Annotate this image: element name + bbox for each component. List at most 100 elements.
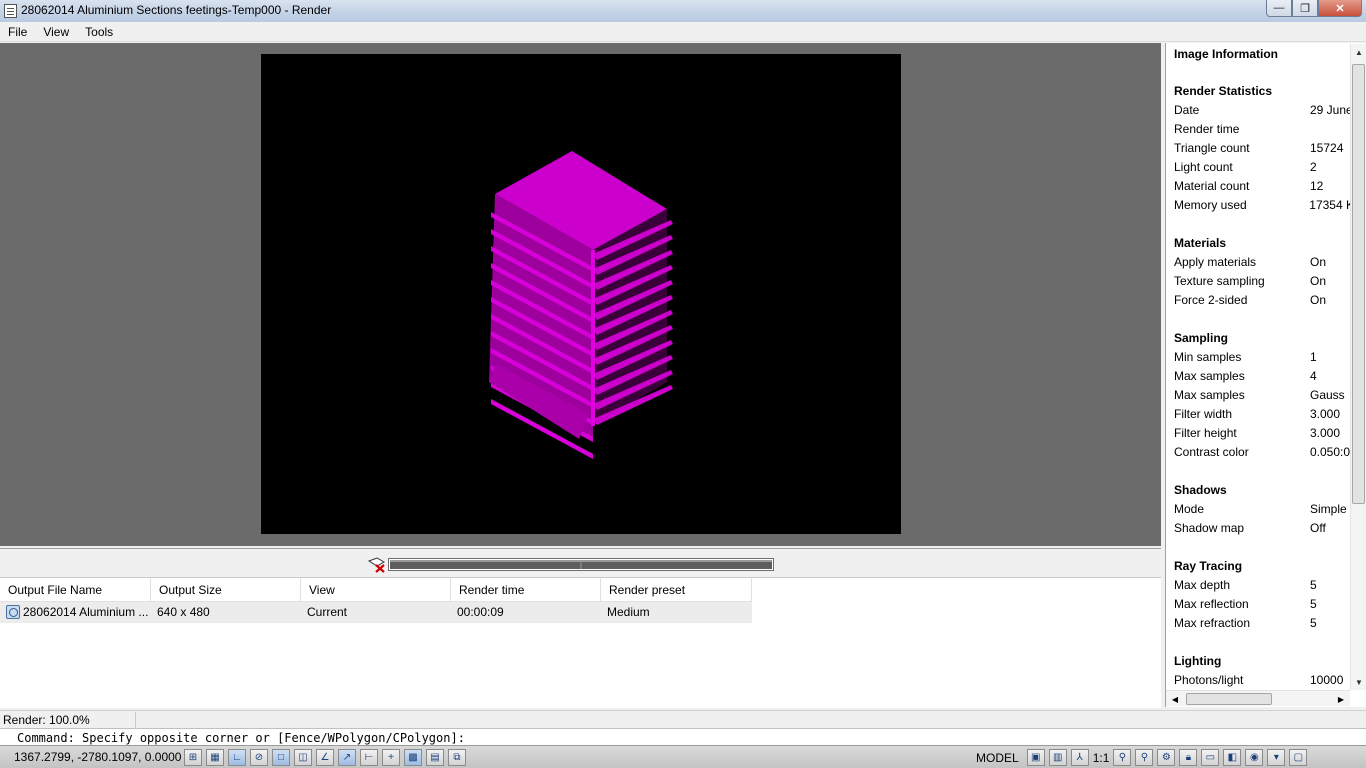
annotation-visibility-icon[interactable]: ⚲ <box>1113 749 1132 766</box>
auto-scale-icon[interactable]: ⚲ <box>1135 749 1154 766</box>
column-header-output-file[interactable]: Output File Name <box>0 578 151 602</box>
render-progress-text: Render: 100.0% <box>3 713 90 727</box>
status-divider <box>135 712 136 728</box>
column-header-render-preset[interactable]: Render preset <box>601 578 752 602</box>
scroll-right-icon[interactable]: ▶ <box>1334 693 1348 705</box>
otrack-icon[interactable]: ∠ <box>316 749 334 766</box>
render-viewport[interactable] <box>0 43 1161 546</box>
info-key: Max depth <box>1174 578 1231 592</box>
info-section-heading: Materials <box>1174 236 1227 250</box>
window-title: 28062014 Aluminium Sections feetings-Tem… <box>21 3 332 17</box>
column-header-render-time[interactable]: Render time <box>451 578 601 602</box>
info-value: 3.000 <box>1310 407 1341 421</box>
info-row: Filter height 3.000 <box>1174 425 1354 444</box>
layout-icon[interactable]: ▣ <box>1026 749 1045 766</box>
info-key: Render time <box>1174 122 1240 136</box>
ducs-icon[interactable]: ↗ <box>338 749 356 766</box>
lwt-icon[interactable]: + <box>382 749 400 766</box>
menu-view[interactable]: View <box>43 25 69 39</box>
info-value: 1 <box>1310 350 1317 364</box>
info-section: Sampling Min samples 1 Max samples 4 Max samp… <box>1174 330 1354 463</box>
coordinate-readout[interactable]: 1367.2799, -2780.1097, 0.0000 <box>14 750 181 764</box>
info-key: Min samples <box>1174 350 1242 364</box>
scroll-up-icon[interactable]: ▲ <box>1351 44 1366 60</box>
3dosnap-icon[interactable]: ◫ <box>294 749 312 766</box>
rendered-image <box>261 54 901 534</box>
info-key: Force 2-sided <box>1174 293 1248 307</box>
info-key: Contrast color <box>1174 445 1249 459</box>
qp-icon[interactable]: ▤ <box>426 749 444 766</box>
info-value: On <box>1310 293 1327 307</box>
info-value: Simple <box>1310 502 1347 516</box>
info-key: Shadow map <box>1174 521 1245 535</box>
info-vertical-scrollbar[interactable]: ▲ ▼ <box>1350 44 1366 690</box>
menu-bar: File View Tools <box>0 22 1366 42</box>
command-line[interactable]: Command: Specify opposite corner or [Fen… <box>0 728 1366 745</box>
dyn-icon[interactable]: ⊢ <box>360 749 378 766</box>
table-row[interactable]: 28062014 Aluminium ... 640 x 480 Current… <box>0 602 752 623</box>
quick-view-icon[interactable]: ▥ <box>1048 749 1067 766</box>
ortho-icon[interactable]: ∟ <box>228 749 246 766</box>
info-value: 12 <box>1310 179 1324 193</box>
info-key: Max refraction <box>1174 616 1251 630</box>
info-key: Max samples <box>1174 369 1245 383</box>
grid-icon[interactable]: ▦ <box>206 749 224 766</box>
info-row: Filter width 3.000 <box>1174 406 1354 425</box>
info-row: Memory used 17354 K <box>1174 197 1354 216</box>
status-menu-icon[interactable]: ▾ <box>1267 749 1286 766</box>
column-header-view[interactable]: View <box>301 578 451 602</box>
info-row: Contrast color 0.050:0 <box>1174 444 1354 463</box>
osnap-icon[interactable]: □ <box>272 749 290 766</box>
restore-button[interactable]: ❐ <box>1292 0 1318 17</box>
info-row: Material count 12 <box>1174 178 1354 197</box>
lock-icon[interactable]: 🔒︎ <box>1179 749 1198 766</box>
history-cell-size: 640 x 480 <box>157 605 210 619</box>
rendered-louver-model <box>489 151 673 459</box>
snap-icon[interactable]: ⊞ <box>184 749 202 766</box>
info-section: Ray Tracing Max depth 5 Max reflection 5 Max … <box>1174 558 1354 634</box>
polar-icon[interactable]: ⊘ <box>250 749 268 766</box>
info-key: Filter height <box>1174 426 1237 440</box>
hardware-icon[interactable]: ▭ <box>1201 749 1220 766</box>
minimize-button[interactable]: — <box>1266 0 1292 17</box>
cancel-render-icon[interactable] <box>367 555 387 573</box>
lightbulb-icon[interactable]: ◉ <box>1245 749 1264 766</box>
info-row: Triangle count 15724 <box>1174 140 1354 159</box>
render-status-bar: Render: 100.0% <box>0 710 1366 728</box>
info-row: Force 2-sided On <box>1174 292 1354 311</box>
info-value: Off <box>1310 521 1326 535</box>
info-value: 5 <box>1310 578 1317 592</box>
info-section: Lighting Photons/light 10000 <box>1174 653 1354 691</box>
info-value: 4 <box>1310 369 1317 383</box>
scroll-thumb[interactable] <box>1352 64 1365 504</box>
isolate-icon[interactable]: ◧ <box>1223 749 1242 766</box>
sc-icon[interactable]: ⧉ <box>448 749 466 766</box>
app-icon[interactable] <box>4 4 17 18</box>
annotation-icon[interactable]: ⅄ <box>1070 749 1089 766</box>
info-horizontal-scrollbar[interactable]: ◀ ▶ <box>1166 690 1350 706</box>
menu-file[interactable]: File <box>8 25 27 39</box>
title-bar: 28062014 Aluminium Sections feetings-Tem… <box>0 0 1366 22</box>
info-row: Max depth 5 <box>1174 577 1354 596</box>
info-row: Shadow map Off <box>1174 520 1354 539</box>
render-progress-fill <box>390 560 772 569</box>
info-content: Render Statistics Date 29 June Render time T… <box>1174 83 1354 707</box>
hscroll-thumb[interactable] <box>1186 693 1272 705</box>
info-section-heading: Render Statistics <box>1174 84 1273 98</box>
tpy-icon[interactable]: ▩ <box>404 749 422 766</box>
close-button[interactable]: ✕ <box>1318 0 1362 17</box>
info-section-heading: Shadows <box>1174 483 1227 497</box>
model-space-toggle[interactable]: MODEL <box>972 751 1023 765</box>
info-key: Triangle count <box>1174 141 1250 155</box>
menu-tools[interactable]: Tools <box>85 25 113 39</box>
clean-screen-icon[interactable]: ▢ <box>1289 749 1308 766</box>
info-key: Max samples <box>1174 388 1245 402</box>
column-header-output-size[interactable]: Output Size <box>151 578 301 602</box>
scroll-left-icon[interactable]: ◀ <box>1168 693 1182 705</box>
info-row: Light count 2 <box>1174 159 1354 178</box>
workspace-icon[interactable]: ⚙ <box>1157 749 1176 766</box>
info-section: Render Statistics Date 29 June Render time T… <box>1174 83 1354 216</box>
scroll-down-icon[interactable]: ▼ <box>1351 674 1366 690</box>
annotation-scale[interactable]: 1:1 <box>1093 751 1110 765</box>
info-value: 3.000 <box>1310 426 1341 440</box>
